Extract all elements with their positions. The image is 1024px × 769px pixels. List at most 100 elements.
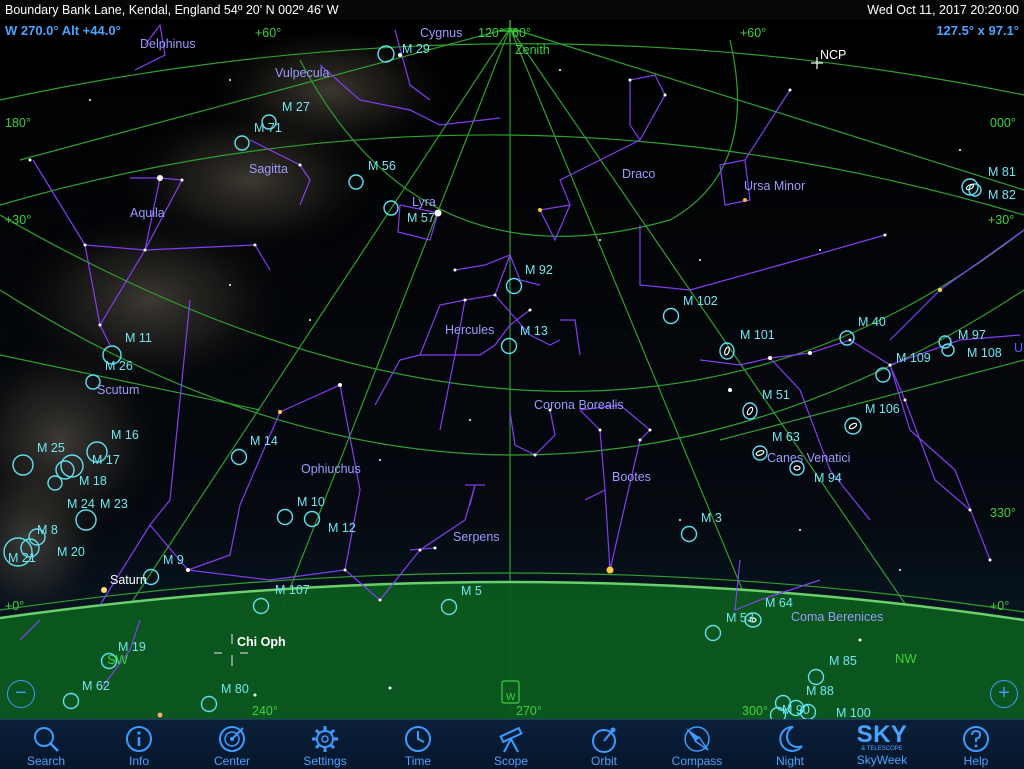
label-m63: M 63 xyxy=(772,430,800,444)
label-m108: M 108 xyxy=(967,346,1002,360)
grid-label-alt30-left: +30° xyxy=(5,213,31,227)
toolbar-label: Night xyxy=(775,754,804,768)
saturn-marker[interactable] xyxy=(101,587,107,593)
toolbar-settings[interactable]: Settings xyxy=(293,722,357,768)
label-m16: M 16 xyxy=(111,428,139,442)
toolbar-label: Orbit xyxy=(590,754,617,768)
telescope-icon xyxy=(499,726,523,753)
datetime-text: Wed Oct 11, 2017 20:20:00 xyxy=(867,3,1019,17)
label-scutum: Scutum xyxy=(97,383,139,397)
grid-label-alt60-left: +60° xyxy=(255,26,281,40)
label-m109: M 109 xyxy=(896,351,931,365)
moon-icon xyxy=(779,725,803,752)
status-bar: Boundary Bank Lane, Kendal, England 54º … xyxy=(0,0,1024,20)
label-vulpecula: Vulpecula xyxy=(275,66,329,80)
label-m106: M 106 xyxy=(865,402,900,416)
center-icon xyxy=(219,726,245,752)
zoom-in-button[interactable]: + xyxy=(990,680,1018,708)
toolbar-label: Settings xyxy=(303,754,347,768)
grid-label-sw: SW xyxy=(107,652,129,667)
search-icon xyxy=(34,727,59,752)
toolbar-label: Time xyxy=(404,754,432,768)
toolbar-night[interactable]: Night xyxy=(758,722,822,768)
grid-label-alt0-left: +0° xyxy=(5,599,24,613)
label-m51: M 51 xyxy=(762,388,790,402)
location-text: Boundary Bank Lane, Kendal, England 54º … xyxy=(5,3,339,17)
toolbar-search[interactable]: Search xyxy=(14,722,78,768)
toolbar-orbit[interactable]: Orbit xyxy=(572,722,636,768)
label-m107: M 107 xyxy=(275,583,310,597)
toolbar-help[interactable]: Help xyxy=(944,722,1008,768)
sky-chart[interactable]: Delphinus Cygnus Vulpecula Sagitta Lyra … xyxy=(0,20,1024,720)
label-m29: M 29 xyxy=(402,42,430,56)
label-corona-borealis: Corona Borealis xyxy=(534,398,624,412)
label-draco: Draco xyxy=(622,167,655,181)
zoom-out-button[interactable]: − xyxy=(7,680,35,708)
label-ophiuchus: Ophiuchus xyxy=(301,462,361,476)
grid-label-60: 60° xyxy=(512,26,531,40)
label-saturn: Saturn xyxy=(110,573,147,587)
clock-icon xyxy=(405,726,431,752)
label-serpens: Serpens xyxy=(453,530,500,544)
label-m62: M 62 xyxy=(82,679,110,693)
grid-label-u: U xyxy=(1014,341,1023,355)
toolbar-center[interactable]: Center xyxy=(200,722,264,768)
grid-label-270: 270° xyxy=(516,704,542,718)
grid-label-alt0-right: +0° xyxy=(990,599,1009,613)
label-m88: M 88 xyxy=(806,684,834,698)
label-delphinus: Delphinus xyxy=(140,37,196,51)
bottom-toolbar: Search Info Center Settings Time Scope O… xyxy=(0,719,1024,769)
toolbar-time[interactable]: Time xyxy=(386,722,450,768)
grid-label-180: 180° xyxy=(5,116,31,130)
label-lyra: Lyra xyxy=(412,195,436,209)
label-m9: M 9 xyxy=(163,553,184,567)
label-chi-oph: Chi Oph xyxy=(237,635,286,649)
label-m40: M 40 xyxy=(858,315,886,329)
label-coma-berenices: Coma Berenices xyxy=(791,610,883,624)
label-m102: M 102 xyxy=(683,294,718,308)
label-hercules: Hercules xyxy=(445,323,494,337)
label-m12: M 12 xyxy=(328,521,356,535)
grid-label-000: 000° xyxy=(990,116,1016,130)
label-m57: M 57 xyxy=(407,211,435,225)
toolbar-label: Compass xyxy=(671,754,723,768)
toolbar-compass[interactable]: Compass xyxy=(665,722,729,768)
toolbar-label: Info xyxy=(128,754,149,768)
label-m71: M 71 xyxy=(254,121,282,135)
label-m27: M 27 xyxy=(282,100,310,114)
label-canes-venatici: Canes Venatici xyxy=(767,451,850,465)
label-m85: M 85 xyxy=(829,654,857,668)
label-m100: M 100 xyxy=(836,706,871,720)
info-icon xyxy=(126,726,152,752)
label-m97: M 97 xyxy=(958,328,986,342)
label-m24: M 24 xyxy=(67,497,95,511)
label-bootes: Bootes xyxy=(612,470,651,484)
label-m13: M 13 xyxy=(520,324,548,338)
label-m26: M 26 xyxy=(105,359,133,373)
label-m23: M 23 xyxy=(100,497,128,511)
label-m80: M 80 xyxy=(221,682,249,696)
toolbar-label: Center xyxy=(213,754,251,768)
label-m81: M 81 xyxy=(988,165,1016,179)
label-m56: M 56 xyxy=(368,159,396,173)
toolbar-scope[interactable]: Scope xyxy=(479,722,543,768)
grid-label-alt30-right: +30° xyxy=(988,213,1014,227)
label-m101: M 101 xyxy=(740,328,775,342)
grid-label-alt60-right: +60° xyxy=(740,26,766,40)
sky-logo: SKY & TELESCOPE xyxy=(850,721,914,753)
svg-text:W: W xyxy=(506,692,516,703)
direction-readout: W 270.0° Alt +44.0° xyxy=(5,23,121,38)
toolbar-label: SkyWeek xyxy=(856,753,908,767)
label-m53: M 53 xyxy=(726,611,754,625)
label-m21: M 21 xyxy=(8,551,36,565)
label-m20: M 20 xyxy=(57,545,85,559)
label-zenith: Zenith xyxy=(515,43,550,57)
sky-logo-text: SKY xyxy=(856,721,908,748)
label-m82: M 82 xyxy=(988,188,1016,202)
toolbar-info[interactable]: Info xyxy=(107,722,171,768)
toolbar-skyweek[interactable]: SKY & TELESCOPE SkyWeek xyxy=(850,722,914,768)
grid-label-240: 240° xyxy=(252,704,278,718)
toolbar-label: Help xyxy=(963,754,989,768)
grid-label-nw: NW xyxy=(895,651,917,666)
label-m17: M 17 xyxy=(92,453,120,467)
